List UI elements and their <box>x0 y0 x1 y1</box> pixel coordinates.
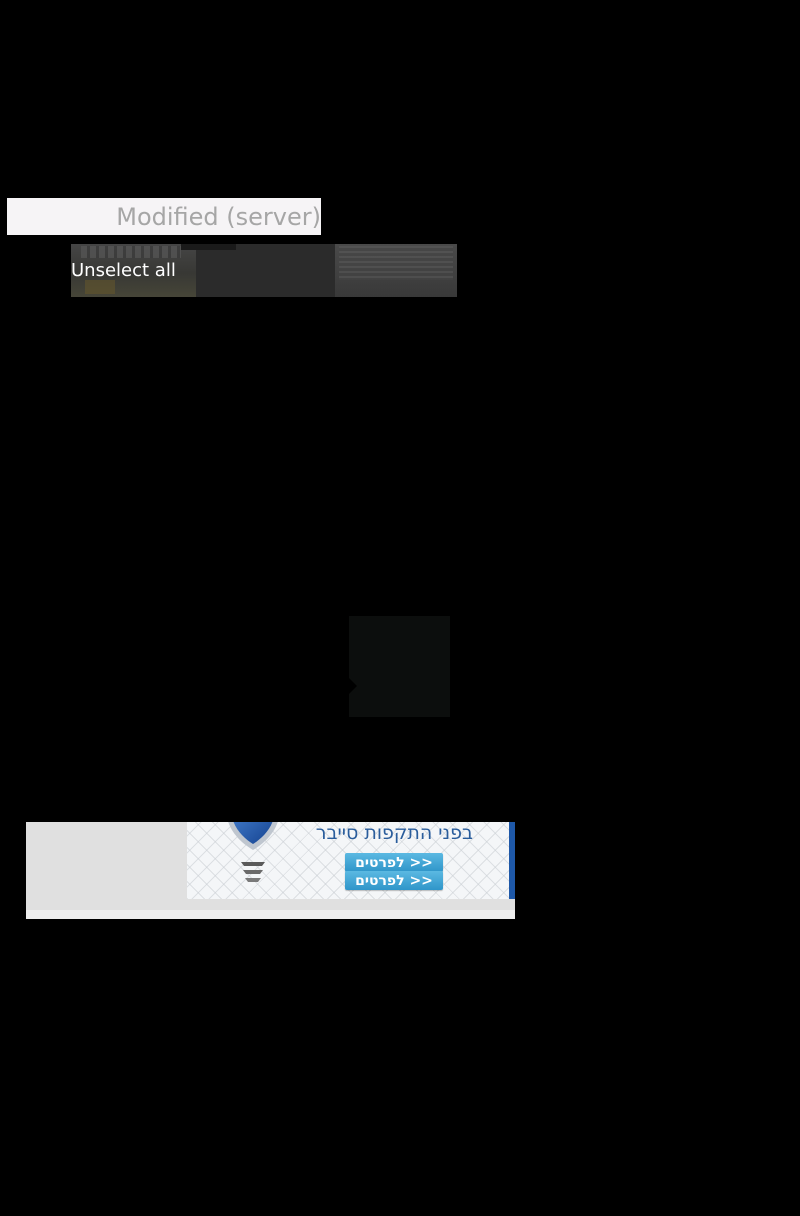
thumbnail-right-text <box>339 246 453 280</box>
thumbnail-left-text <box>81 246 181 258</box>
sort-option-label: Modified (server) <box>116 202 321 231</box>
ad-edge <box>509 822 515 899</box>
dark-thumbnail[interactable] <box>349 616 450 717</box>
sort-option-modified-server[interactable]: Modified (server) <box>7 198 321 235</box>
selection-action-bar: Unselect all <box>71 244 457 297</box>
ad-headline: בפני התקפות סייבר <box>315 822 473 844</box>
tile-notch <box>349 678 357 694</box>
ad-container: בפני התקפות סייבר לפרטים >> לפרטים >> <box>26 822 515 919</box>
ad-details-button-secondary[interactable]: לפרטים >> <box>345 871 443 890</box>
thumbnail-left-image <box>85 280 115 294</box>
ad-details-button[interactable]: לפרטים >> <box>345 853 443 872</box>
unselect-all-button[interactable]: Unselect all <box>71 260 176 281</box>
ad-bottom-strip <box>26 910 515 919</box>
screen: Modified (server) Unselect all בפני התקפ… <box>0 0 800 1216</box>
ad-banner[interactable]: בפני התקפות סייבר לפרטים >> לפרטים >> <box>187 822 515 899</box>
shield-icon <box>228 822 278 850</box>
thumbnail-middle <box>181 244 236 250</box>
stripes-decoration <box>241 862 265 882</box>
